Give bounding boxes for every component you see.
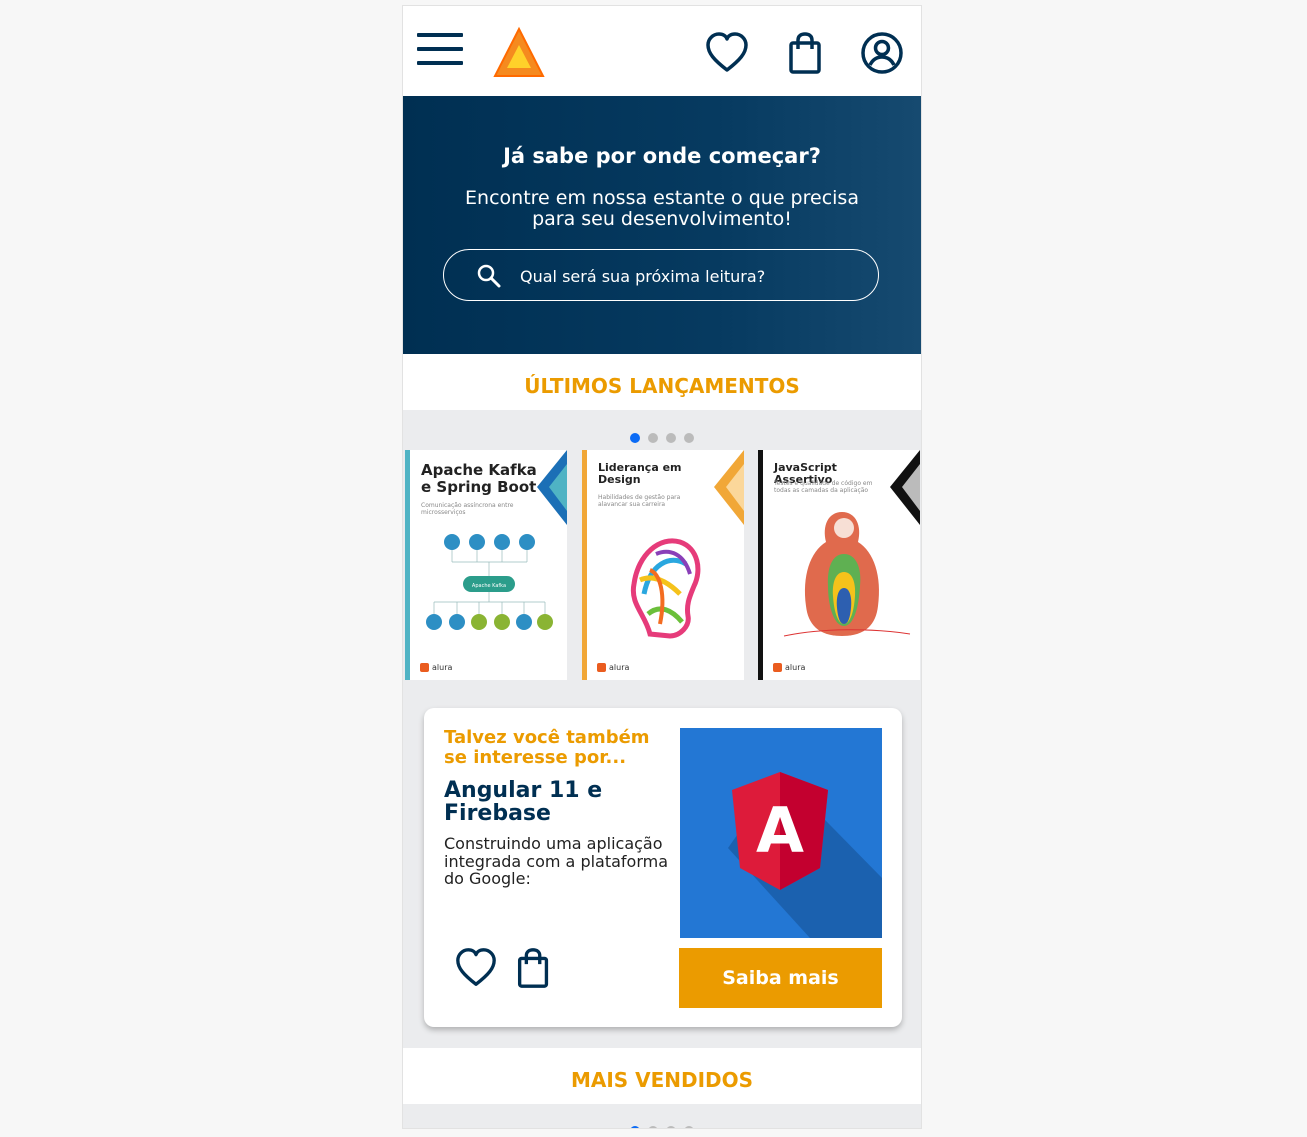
book-card-apache-kafka[interactable]: Apache Kafka e Spring Boot Comunicação a…: [405, 450, 567, 680]
best-sellers-title: MAIS VENDIDOS: [570, 1068, 754, 1092]
carousel-dot[interactable]: [666, 433, 676, 443]
recommendation-title: Angular 11 e Firebase: [444, 778, 603, 826]
carousel-dots: [403, 1121, 921, 1128]
hero-banner: Já sabe por onde começar? Encontre em no…: [403, 96, 921, 354]
nesting-dolls-illustration: [783, 512, 911, 637]
publisher-logo: alura: [597, 663, 629, 672]
banner-subtitle: Encontre em nossa estante o que precisa …: [465, 187, 859, 230]
publisher-logo: alura: [773, 663, 805, 672]
recommendation-kicker: Talvez você também se interesse por...: [444, 727, 650, 768]
book-subtitle: Testes e qualidade de código em todas as…: [774, 480, 873, 494]
cover-chevron-icon: [537, 450, 567, 525]
carousel-dot[interactable]: [684, 1126, 694, 1128]
search-input[interactable]: [518, 262, 862, 290]
carousel-dot[interactable]: [630, 1126, 640, 1128]
carousel-dot[interactable]: [648, 1126, 658, 1128]
shopping-bag-icon[interactable]: [783, 30, 829, 76]
recommendation-card: Talvez você também se interesse por... A…: [424, 708, 902, 1027]
carousel-dot[interactable]: [666, 1126, 676, 1128]
app-screen: Já sabe por onde começar? Encontre em no…: [403, 6, 921, 1128]
banner-title: Já sabe por onde começar?: [503, 144, 821, 168]
best-sellers-carousel: [403, 1104, 921, 1128]
book-subtitle: Comunicação assíncrona entre microsservi…: [421, 502, 514, 516]
book-title: Liderança em Design: [598, 461, 682, 486]
angular-letter: A: [756, 794, 804, 867]
heart-icon[interactable]: [454, 946, 498, 990]
carousel-dot[interactable]: [648, 433, 658, 443]
search-bar[interactable]: [443, 249, 879, 301]
cover-chevron-icon: [714, 450, 744, 525]
book-title: Apache Kafka e Spring Boot: [421, 461, 537, 496]
heart-icon[interactable]: [704, 30, 750, 76]
top-header: [403, 6, 921, 96]
angular-logo-icon: A: [728, 772, 882, 938]
publisher-logo: alura: [420, 663, 452, 672]
carousel-dot[interactable]: [684, 433, 694, 443]
shopping-bag-icon[interactable]: [512, 946, 556, 990]
triangle-logo[interactable]: [493, 26, 545, 78]
recommendation-description: Construindo uma aplicação integrada com …: [444, 834, 669, 888]
book-subtitle: Habilidades de gestão para alavancar sua…: [598, 494, 681, 508]
search-icon[interactable]: [476, 263, 502, 289]
carousel-dots: [403, 428, 921, 447]
carousel-dot[interactable]: [630, 433, 640, 443]
architecture-diagram-icon: Apache Kafka: [426, 534, 553, 630]
user-icon[interactable]: [859, 30, 905, 76]
colorful-head-illustration: [630, 538, 701, 639]
book-cover-angular[interactable]: A: [680, 728, 882, 938]
latest-releases-title: ÚLTIMOS LANÇAMENTOS: [524, 374, 800, 398]
diagram-center-label: Apache Kafka: [472, 583, 506, 589]
saiba-mais-button[interactable]: Saiba mais: [679, 948, 882, 1008]
book-card-javascript-assertivo[interactable]: JavaScript Assertivo Testes e qualidade …: [758, 450, 920, 680]
book-card-lideranca-design[interactable]: Liderança em Design Habilidades de gestã…: [582, 450, 744, 680]
hamburger-menu-icon[interactable]: [417, 33, 463, 69]
